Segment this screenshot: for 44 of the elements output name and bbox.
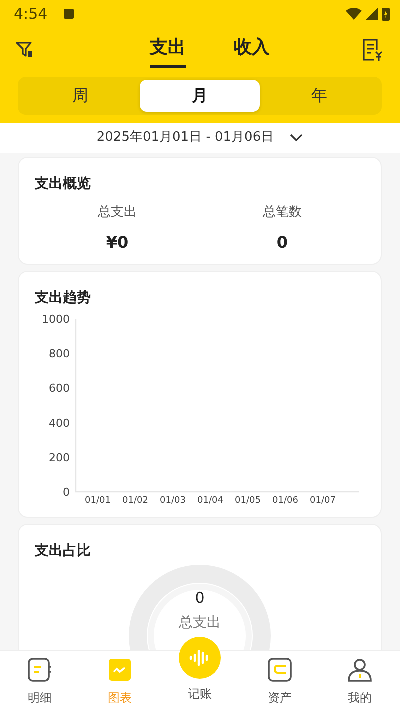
period-tab[interactable]: 月 bbox=[140, 80, 260, 112]
nav-tab[interactable]: 我的 bbox=[320, 651, 400, 712]
wallet-icon bbox=[267, 657, 293, 683]
filter-icon[interactable] bbox=[16, 42, 34, 58]
header-tab[interactable]: 支出 bbox=[150, 32, 186, 68]
header-tab[interactable]: 收入 bbox=[234, 32, 270, 68]
wifi-icon bbox=[346, 8, 362, 20]
stat-value: 0 bbox=[276, 232, 288, 254]
y-axis-label: 1000 bbox=[42, 313, 70, 326]
notification-icon bbox=[64, 9, 74, 19]
nav-tab[interactable]: 资产 bbox=[240, 651, 320, 712]
chart-icon bbox=[107, 657, 133, 683]
voice-wave-icon bbox=[189, 650, 211, 666]
period-tab[interactable]: 年 bbox=[260, 80, 379, 112]
status-time: 4:54 bbox=[14, 4, 48, 25]
signal-icon bbox=[366, 8, 378, 20]
nav-tab[interactable]: 记账 bbox=[160, 637, 240, 712]
y-axis-label: 200 bbox=[49, 451, 70, 464]
list-icon bbox=[27, 657, 53, 683]
stat-label: 总支出 bbox=[97, 204, 138, 222]
person-icon bbox=[347, 657, 373, 683]
y-axis-label: 0 bbox=[63, 486, 70, 499]
battery-icon bbox=[382, 7, 390, 21]
x-axis-label: 01/05 bbox=[235, 496, 261, 506]
x-axis-label: 01/02 bbox=[122, 496, 148, 506]
x-axis-label: 01/04 bbox=[198, 496, 224, 506]
x-axis-label: 01/06 bbox=[272, 496, 298, 506]
donut-total: 0 bbox=[195, 588, 205, 609]
card-title: 支出趋势 bbox=[35, 289, 92, 308]
x-axis-label: 01/07 bbox=[310, 496, 336, 506]
card-title: 支出概览 bbox=[35, 175, 92, 194]
bill-icon[interactable] bbox=[362, 38, 384, 62]
donut-label: 总支出 bbox=[179, 616, 221, 632]
card-title: 支出占比 bbox=[35, 542, 92, 561]
chevron-down-icon[interactable] bbox=[290, 134, 304, 142]
y-axis-label: 600 bbox=[49, 382, 70, 396]
stat-value: ¥0 bbox=[106, 232, 129, 254]
x-axis-label: 01/03 bbox=[160, 496, 186, 506]
y-axis-label: 400 bbox=[49, 416, 70, 430]
period-tab[interactable]: 周 bbox=[21, 80, 140, 112]
x-axis-label: 01/01 bbox=[85, 496, 111, 506]
stat-label: 总笔数 bbox=[262, 204, 303, 222]
nav-tab[interactable]: 明细 bbox=[0, 651, 80, 712]
y-axis-label: 800 bbox=[49, 348, 70, 361]
